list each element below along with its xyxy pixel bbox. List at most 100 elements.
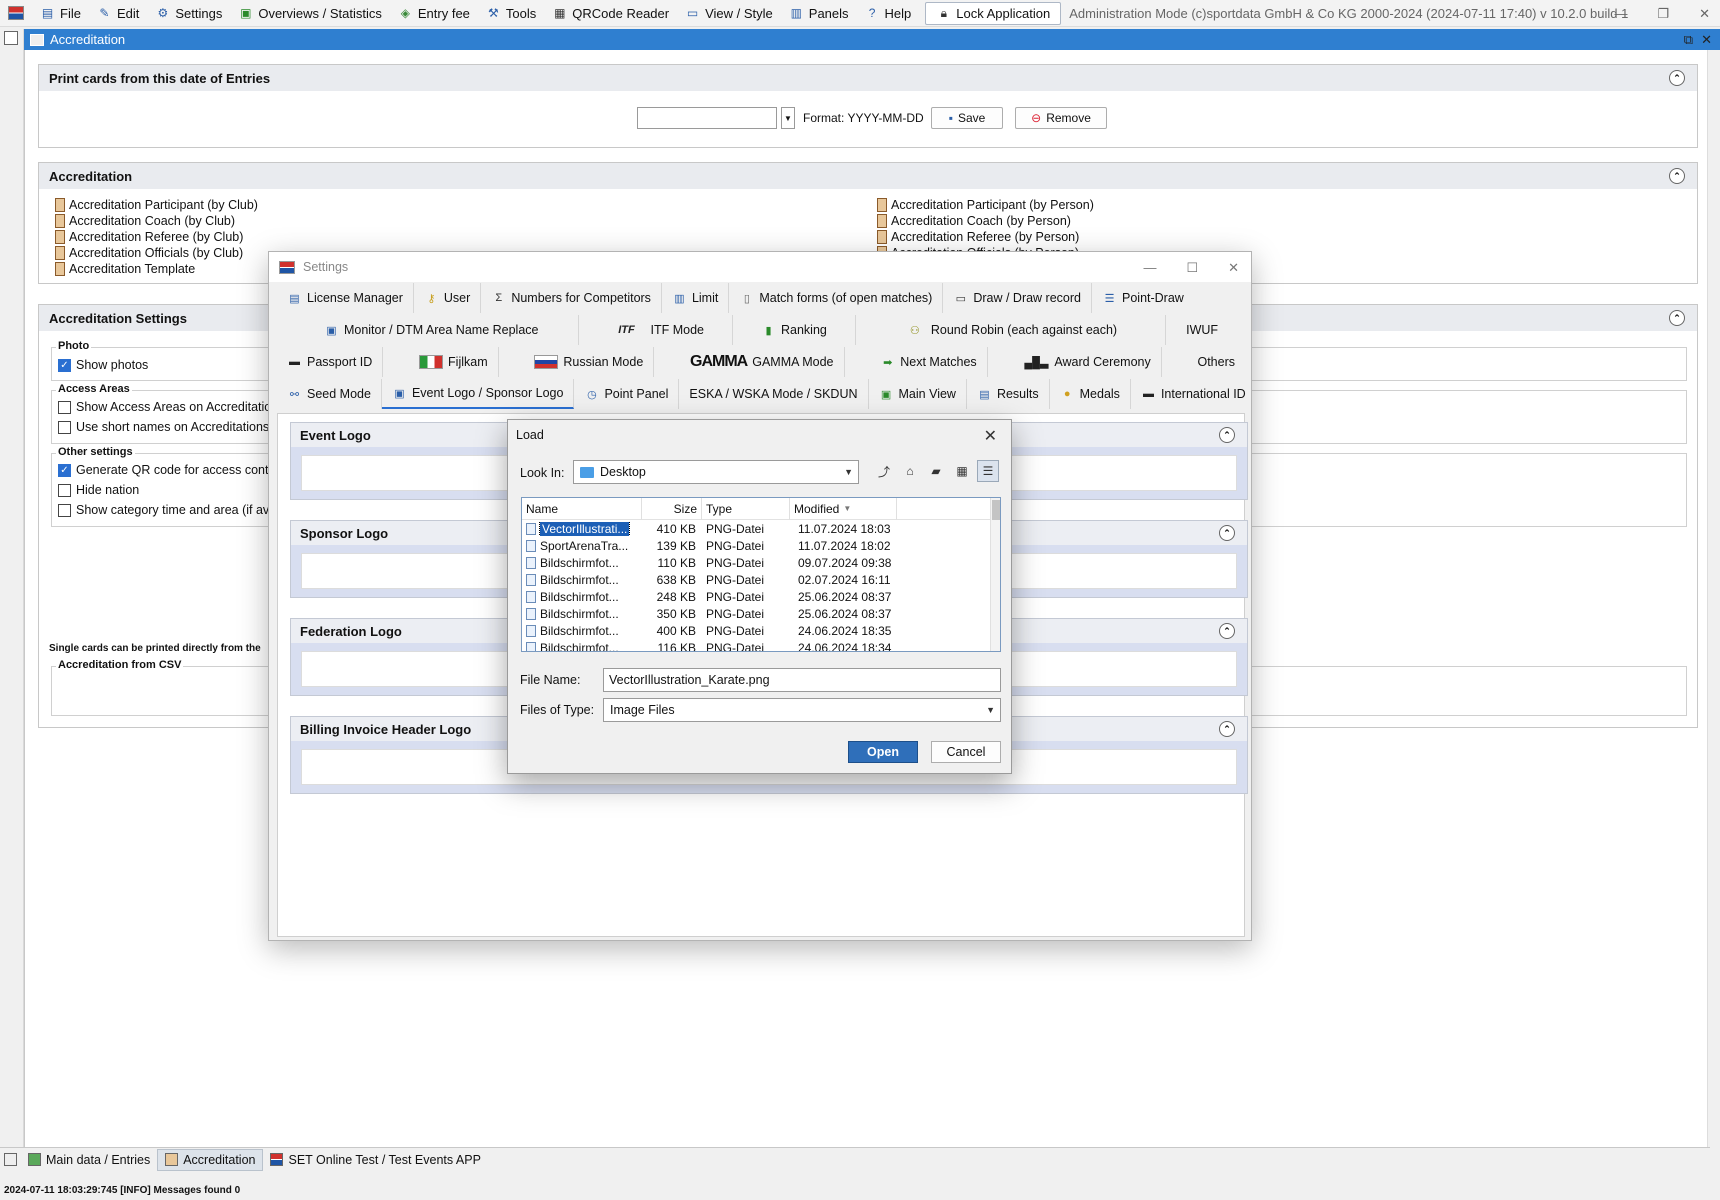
remove-button[interactable]: ⊖ Remove <box>1015 107 1107 129</box>
tab-user[interactable]: ⚷ User <box>414 283 482 313</box>
tab-set-online-test[interactable]: SET Online Test / Test Events APP <box>263 1149 487 1171</box>
file-row[interactable]: Bildschirmfot... 116 KB PNG-Datei 24.06.202… <box>522 639 1000 651</box>
collapse-icon[interactable]: ⌃ <box>1669 168 1685 184</box>
date-input[interactable] <box>637 107 777 129</box>
minimize-icon[interactable]: — <box>1614 6 1627 22</box>
details-view-icon[interactable]: ☰ <box>977 460 999 482</box>
tab-limit[interactable]: ▥ Limit <box>662 283 730 313</box>
list-item[interactable]: Accreditation Coach (by Club) <box>55 213 258 229</box>
vertical-scrollbar[interactable] <box>1707 50 1720 1170</box>
show-access-areas-checkbox[interactable]: Show Access Areas on Accreditations <box>58 400 284 414</box>
frames-icon[interactable] <box>4 31 18 45</box>
collapse-icon[interactable]: ⌃ <box>1219 525 1235 541</box>
list-item[interactable]: Accreditation Coach (by Person) <box>877 213 1094 229</box>
hide-nation-checkbox[interactable]: Hide nation <box>58 483 139 497</box>
show-category-checkbox[interactable]: Show category time and area (if avail <box>58 503 282 517</box>
tab-round-robin[interactable]: ⚇ Round Robin (each against each) <box>856 315 1167 345</box>
tab-match-forms[interactable]: ▯ Match forms (of open matches) <box>729 283 944 313</box>
file-row[interactable]: VectorIllustrati... 410 KB PNG-Datei 11.07.… <box>522 520 1000 537</box>
file-list-scrollbar[interactable] <box>990 498 1000 651</box>
menu-edit[interactable]: ✎ Edit <box>89 0 147 27</box>
tab-point-panel[interactable]: ◷ Point Panel <box>574 379 680 409</box>
list-item[interactable]: Accreditation Participant (by Club) <box>55 197 258 213</box>
home-icon[interactable]: ⌂ <box>899 460 921 482</box>
collapse-icon[interactable]: ⌃ <box>1669 310 1685 326</box>
tab-fijlkam[interactable]: Fijlkam <box>409 347 499 377</box>
list-item[interactable]: Accreditation Participant (by Person) <box>877 197 1094 213</box>
list-view-icon[interactable]: ▦ <box>951 460 973 482</box>
file-row[interactable]: Bildschirmfot... 400 KB PNG-Datei 24.06.202… <box>522 622 1000 639</box>
close-icon[interactable]: ✕ <box>1228 260 1239 276</box>
tab-seed-mode[interactable]: ⚯ Seed Mode <box>277 379 382 409</box>
menu-panels[interactable]: ▥ Panels <box>781 0 857 27</box>
save-button[interactable]: ▪ Save <box>931 107 1003 129</box>
qr-code-checkbox[interactable]: ✓ Generate QR code for access control <box>58 463 282 477</box>
menu-settings[interactable]: ⚙ Settings <box>147 0 230 27</box>
collapse-icon[interactable]: ⌃ <box>1219 721 1235 737</box>
new-folder-icon[interactable]: ▰ <box>925 460 947 482</box>
tab-numbers-for-competitors[interactable]: Σ Numbers for Competitors <box>481 283 662 313</box>
menu-entry-fee[interactable]: ◈ Entry fee <box>390 0 478 27</box>
look-in-combo[interactable]: Desktop ▼ <box>573 460 859 484</box>
menu-overviews[interactable]: ▣ Overviews / Statistics <box>230 0 390 27</box>
column-header-size[interactable]: Size <box>642 498 702 520</box>
restore-icon[interactable]: ❐ <box>1657 6 1669 22</box>
list-item[interactable]: Accreditation Referee (by Club) <box>55 229 258 245</box>
close-icon[interactable]: ✕ <box>984 426 997 446</box>
list-item[interactable]: Accreditation Officials (by Club) <box>55 245 258 261</box>
files-of-type-combo[interactable]: Image Files ▼ <box>603 698 1001 722</box>
tab-passport-id[interactable]: ▬ Passport ID <box>277 347 384 377</box>
tab-russian-mode[interactable]: Russian Mode <box>524 347 655 377</box>
app-flag-icon[interactable] <box>8 6 24 20</box>
scrollbar-thumb[interactable] <box>992 500 1000 520</box>
file-row[interactable]: Bildschirmfot... 110 KB PNG-Datei 09.07.202… <box>522 554 1000 571</box>
tab-international-id[interactable]: ▬ International ID <box>1131 379 1256 409</box>
undock-icon[interactable]: ⧉ <box>1684 32 1693 48</box>
tab-point-draw[interactable]: ☰ Point-Draw <box>1092 283 1194 313</box>
file-list[interactable]: Name Size Type Modified ▼ VectorIllustrat… <box>521 497 1001 652</box>
menu-qrcode[interactable]: ▦ QRCode Reader <box>544 0 677 27</box>
open-button[interactable]: Open <box>848 741 918 763</box>
file-row[interactable]: Bildschirmfot... 248 KB PNG-Datei 25.06.202… <box>522 588 1000 605</box>
list-item[interactable]: Accreditation Referee (by Person) <box>877 229 1094 245</box>
tab-next-matches[interactable]: ➡ Next Matches <box>870 347 988 377</box>
tab-medals[interactable]: ● Medals <box>1050 379 1131 409</box>
file-name-field[interactable]: VectorIllustration_Karate.png <box>603 668 1001 692</box>
menu-view-style[interactable]: ▭ View / Style <box>677 0 781 27</box>
frame-close-icon[interactable]: ✕ <box>1701 32 1712 48</box>
up-folder-icon[interactable]: ⤴ <box>873 460 895 482</box>
tab-draw-record[interactable]: ▭ Draw / Draw record <box>943 283 1092 313</box>
column-header-modified[interactable]: Modified ▼ <box>790 498 897 520</box>
date-dropdown-button[interactable]: ▼ <box>781 107 795 129</box>
cancel-button[interactable]: Cancel <box>931 741 1001 763</box>
list-item[interactable]: Accreditation Template <box>55 261 258 277</box>
menu-help[interactable]: ? Help <box>857 0 920 27</box>
menu-file[interactable]: ▤ File <box>32 0 89 27</box>
show-photos-checkbox[interactable]: ✓ Show photos <box>58 358 148 372</box>
tab-main-view[interactable]: ▣ Main View <box>869 379 967 409</box>
tab-event-logo-sponsor-logo[interactable]: ▣ Event Logo / Sponsor Logo <box>381 379 575 409</box>
tab-iwuf[interactable]: IWUF <box>1166 315 1238 345</box>
file-row[interactable]: SportArenaTra... 139 KB PNG-Datei 11.07.202… <box>522 537 1000 554</box>
lock-application-button[interactable]: 🔒︎ Lock Application <box>925 1 1062 25</box>
tab-eska-wska[interactable]: ESKA / WSKA Mode / SKDUN <box>679 379 869 409</box>
tab-itf-mode[interactable]: ITF ITF Mode <box>579 315 733 345</box>
tab-accreditation[interactable]: Accreditation <box>157 1148 264 1171</box>
tab-others[interactable]: Others <box>1187 347 1245 377</box>
collapse-icon[interactable]: ⌃ <box>1219 623 1235 639</box>
column-header-name[interactable]: Name <box>522 498 642 520</box>
tab-monitor-dtm[interactable]: ▣ Monitor / DTM Area Name Replace <box>284 315 580 345</box>
short-names-checkbox[interactable]: Use short names on Accreditations <box>58 420 269 434</box>
tab-results[interactable]: ▤ Results <box>967 379 1050 409</box>
tab-award-ceremony[interactable]: ▄█▃ Award Ceremony <box>1013 347 1162 377</box>
menu-tools[interactable]: ⚒ Tools <box>478 0 544 27</box>
tab-ranking[interactable]: ▮ Ranking <box>733 315 856 345</box>
file-row[interactable]: Bildschirmfot... 350 KB PNG-Datei 25.06.202… <box>522 605 1000 622</box>
collapse-icon[interactable]: ⌃ <box>1219 427 1235 443</box>
tab-license-manager[interactable]: ▤ License Manager <box>277 283 414 313</box>
tab-gamma-mode[interactable]: GAMMA GAMMA Mode <box>680 347 845 377</box>
tab-main-data-entries[interactable]: Main data / Entries <box>21 1149 157 1171</box>
maximize-icon[interactable]: ☐ <box>1186 260 1198 276</box>
column-header-type[interactable]: Type <box>702 498 790 520</box>
file-row[interactable]: Bildschirmfot... 638 KB PNG-Datei 02.07.202… <box>522 571 1000 588</box>
